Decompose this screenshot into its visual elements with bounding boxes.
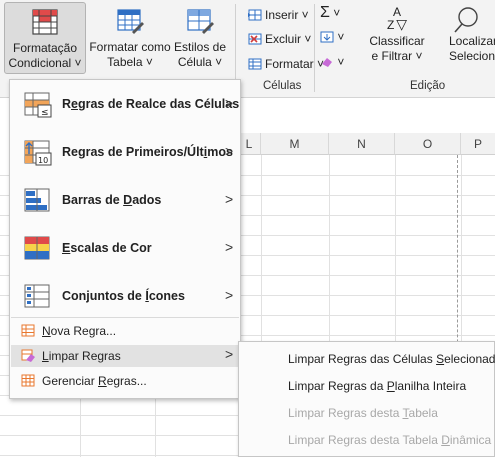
format-as-table-icon bbox=[117, 9, 144, 34]
clear-rules-icon bbox=[21, 349, 35, 362]
insert-label: Inserir ˅ bbox=[265, 8, 309, 22]
autosum-button[interactable]: Σ ˅ bbox=[320, 4, 340, 22]
top-bottom-rules-icon: 10 bbox=[24, 140, 52, 166]
delete-label: Excluir ˅ bbox=[265, 32, 312, 46]
data-bars-icon bbox=[24, 188, 50, 212]
sigma-icon: Σ bbox=[320, 4, 330, 21]
format-table-label-1: Formatar como bbox=[89, 40, 171, 54]
submenu-arrow-icon: > bbox=[225, 95, 234, 111]
divider bbox=[314, 4, 315, 92]
find-select-button[interactable]: Localizar Selecionar bbox=[449, 4, 495, 64]
format-icon bbox=[248, 58, 262, 70]
delete-icon bbox=[248, 33, 262, 45]
cells-group-label: Células bbox=[263, 80, 302, 92]
menu-label: Escalas de Cor bbox=[62, 241, 152, 255]
column-header-n[interactable]: N bbox=[329, 133, 395, 155]
delete-cells-button[interactable]: Excluir ˅ bbox=[248, 30, 311, 48]
submenu-arrow-icon: > bbox=[225, 239, 234, 255]
fill-button[interactable]: ˅ bbox=[320, 30, 344, 44]
submenu-arrow-icon: > bbox=[225, 191, 234, 207]
submenu-arrow-icon: > bbox=[225, 346, 234, 362]
clear-rules-this-table: Limpar Regras desta Tabela bbox=[288, 406, 438, 420]
column-header-p[interactable]: P bbox=[461, 133, 495, 155]
find-label-1: Localizar bbox=[449, 34, 495, 48]
menu-item-highlight-rules[interactable]: ≤ Regras de Realce das Células > bbox=[11, 82, 239, 129]
fill-down-icon bbox=[320, 31, 334, 43]
clear-button[interactable]: ˅ bbox=[320, 55, 344, 69]
cond-format-label-1: Formatação bbox=[12, 41, 78, 55]
menu-label: Nova Regra... bbox=[42, 324, 117, 338]
clear-chevron: ˅ bbox=[337, 55, 345, 69]
sort-az-icon: A Z ▽ bbox=[386, 5, 408, 32]
column-header-m[interactable]: M bbox=[261, 133, 329, 155]
format-table-label-2: Tabela ˅ bbox=[107, 55, 153, 69]
clear-rules-submenu: Limpar Regras das Células Selecionadas L… bbox=[238, 341, 495, 457]
menu-label: Regras de Realce das Células bbox=[62, 97, 240, 111]
format-cells-button[interactable]: Formatar ˅ bbox=[248, 55, 324, 73]
cell-styles-icon bbox=[187, 9, 214, 34]
submenu-arrow-icon: > bbox=[225, 143, 234, 159]
menu-item-clear-rules[interactable]: Limpar Regras > bbox=[11, 345, 239, 367]
manage-rules-icon bbox=[21, 374, 35, 387]
cell-styles-label-2: Célula ˅ bbox=[177, 55, 223, 69]
menu-label: Conjuntos de Ícones bbox=[62, 289, 185, 303]
format-label: Formatar ˅ bbox=[265, 57, 325, 71]
fill-chevron: ˅ bbox=[337, 30, 345, 44]
menu-label: Limpar Regras bbox=[42, 349, 121, 363]
sort-label-1: Classificar bbox=[369, 34, 425, 48]
column-header-l[interactable]: L bbox=[238, 133, 261, 155]
menu-label: Barras de Dados bbox=[62, 193, 162, 207]
format-as-table-button[interactable]: Formatar como Tabela ˅ bbox=[88, 2, 172, 74]
menu-item-new-rule[interactable]: Nova Regra... bbox=[11, 320, 239, 342]
clear-rules-entire-sheet[interactable]: Limpar Regras da Planilha Inteira bbox=[288, 379, 466, 393]
menu-item-top-bottom-rules[interactable]: 10 Regras de Primeiros/Últimos > bbox=[11, 130, 239, 177]
highlight-rules-icon: ≤ bbox=[24, 92, 52, 118]
menu-item-color-scales[interactable]: Escalas de Cor > bbox=[11, 226, 239, 273]
column-header-o[interactable]: O bbox=[395, 133, 461, 155]
edit-group-label: Edição bbox=[410, 80, 446, 92]
menu-item-data-bars[interactable]: Barras de Dados > bbox=[11, 178, 239, 225]
icon-sets-icon bbox=[24, 284, 50, 308]
menu-label: Gerenciar Regras... bbox=[42, 374, 147, 388]
search-icon bbox=[454, 7, 478, 33]
submenu-arrow-icon: > bbox=[225, 287, 234, 303]
clear-rules-selected-cells[interactable]: Limpar Regras das Células Selecionadas bbox=[288, 352, 495, 366]
cond-format-label-2: Condicional ˅ bbox=[8, 56, 82, 70]
menu-separator bbox=[11, 317, 239, 318]
svg-text:10: 10 bbox=[38, 156, 48, 165]
color-scales-icon bbox=[24, 236, 50, 260]
cell-styles-label-1: Estilos de bbox=[173, 40, 227, 54]
menu-label: Regras de Primeiros/Últimos bbox=[62, 145, 233, 159]
conditional-formatting-icon bbox=[32, 9, 58, 35]
conditional-formatting-button[interactable]: Formatação Condicional ˅ bbox=[4, 2, 86, 74]
menu-item-manage-rules[interactable]: Gerenciar Regras... bbox=[11, 370, 239, 392]
svg-text:≤: ≤ bbox=[41, 108, 49, 118]
conditional-formatting-menu: ≤ Regras de Realce das Células > 10 Regr… bbox=[9, 79, 241, 399]
find-label-2: Selecionar bbox=[449, 49, 495, 63]
cell-styles-button[interactable]: Estilos de Célula ˅ bbox=[173, 2, 227, 74]
clear-rules-this-pivot-table: Limpar Regras desta Tabela Dinâmica bbox=[288, 433, 492, 447]
sort-filter-button[interactable]: A Z ▽ Classificar e Filtrar ˅ bbox=[366, 4, 428, 64]
insert-icon bbox=[248, 9, 262, 21]
sort-label-2: e Filtrar ˅ bbox=[371, 49, 423, 63]
new-rule-icon bbox=[21, 324, 35, 337]
autosum-chevron: ˅ bbox=[333, 6, 341, 20]
eraser-icon bbox=[322, 58, 332, 67]
menu-item-icon-sets[interactable]: Conjuntos de Ícones > bbox=[11, 274, 239, 321]
insert-cells-button[interactable]: Inserir ˅ bbox=[248, 6, 309, 24]
